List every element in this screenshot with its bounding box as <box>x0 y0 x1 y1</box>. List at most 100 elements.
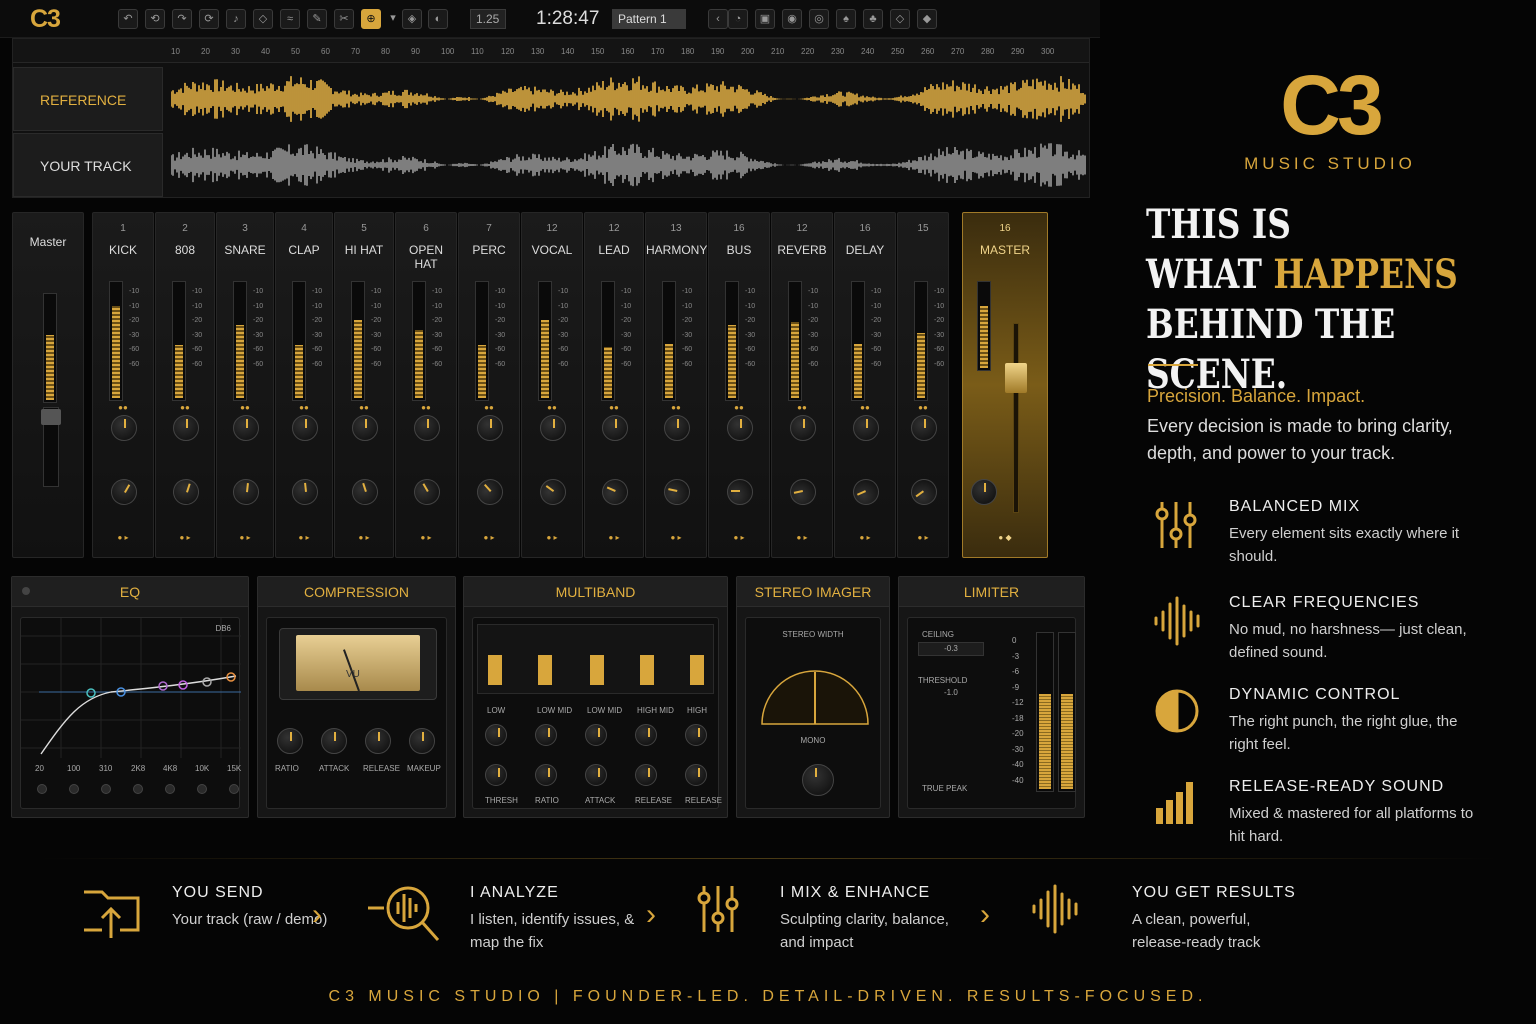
master-fader-handle[interactable] <box>1005 363 1027 393</box>
sync-icon[interactable]: ⟳ <box>199 9 219 29</box>
wave-tool-icon[interactable]: ≈ <box>280 9 300 29</box>
pan-knob[interactable] <box>292 415 318 441</box>
master-channel-strip[interactable]: 16 MASTER ● ◆ <box>962 212 1048 558</box>
channel-strip[interactable]: 15 -10 -10 -20 -30 -60 -60 ●● ● ▸ <box>897 212 949 558</box>
cut-icon[interactable]: ✂ <box>334 9 354 29</box>
edit-icon[interactable]: ✎ <box>307 9 327 29</box>
channel-strip[interactable]: 12 REVERB -10 -10 -20 -30 -60 -60 ●● ● ▸ <box>771 212 833 558</box>
eq-band-knob[interactable] <box>101 784 111 794</box>
eq-band-knob[interactable] <box>37 784 47 794</box>
channel-strip[interactable]: 4 CLAP -10 -10 -20 -30 -60 -60 ●● ● ▸ <box>275 212 333 558</box>
master-fader-track[interactable] <box>1013 323 1019 513</box>
pan-knob[interactable] <box>477 415 503 441</box>
master-fader-handle[interactable] <box>41 409 61 425</box>
eq-band-knob[interactable] <box>69 784 79 794</box>
channel-strip[interactable]: 7 PERC -10 -10 -20 -30 -60 -60 ●● ● ▸ <box>458 212 520 558</box>
master-buttons[interactable]: ● ◆ <box>963 533 1047 542</box>
play-tool-icon[interactable]: ◈ <box>402 9 422 29</box>
chevron-down-icon[interactable]: ▾ <box>388 9 398 29</box>
mute-solo-buttons[interactable]: ● ▸ <box>709 533 769 542</box>
send-knob[interactable] <box>787 476 819 508</box>
send-knob[interactable] <box>471 473 509 511</box>
mute-solo-buttons[interactable]: ● ▸ <box>898 533 948 542</box>
browser-icon[interactable]: ♣ <box>863 9 883 29</box>
mixer-icon[interactable]: ▣ <box>755 9 775 29</box>
channel-strip[interactable]: 5 HI HAT -10 -10 -20 -30 -60 -60 ●● ● ▸ <box>334 212 394 558</box>
channel-strip[interactable]: 12 LEAD -10 -10 -20 -30 -60 -60 ●● ● ▸ <box>584 212 644 558</box>
snap-icon[interactable]: ⊕ <box>361 9 381 29</box>
master-knob[interactable] <box>971 479 997 505</box>
channel-strip[interactable]: 12 VOCAL -10 -10 -20 -30 -60 -60 ●● ● ▸ <box>521 212 583 558</box>
power-icon[interactable] <box>22 587 30 595</box>
send-knob[interactable] <box>597 474 633 510</box>
track-label-your-track[interactable]: YOUR TRACK <box>13 133 163 197</box>
master-strip-left[interactable]: Master <box>12 212 84 558</box>
mute-solo-buttons[interactable]: ● ▸ <box>93 533 153 542</box>
pan-knob[interactable] <box>540 415 566 441</box>
band-threshold-knob[interactable] <box>635 724 657 746</box>
mute-solo-buttons[interactable]: ● ▸ <box>396 533 456 542</box>
stereo-width-display[interactable] <box>760 652 870 728</box>
eq-band-knob[interactable] <box>165 784 175 794</box>
band-ratio-knob[interactable] <box>485 764 507 786</box>
your-track-waveform[interactable] <box>171 133 1086 197</box>
eq-band-knob[interactable] <box>229 784 239 794</box>
send-knob[interactable] <box>534 473 572 511</box>
width-knob[interactable] <box>802 764 834 796</box>
channel-strip[interactable]: 16 BUS -10 -10 -20 -30 -60 -60 ●● ● ▸ <box>708 212 770 558</box>
pan-knob[interactable] <box>853 415 879 441</box>
mute-solo-buttons[interactable]: ● ▸ <box>217 533 273 542</box>
channel-strip[interactable]: 16 DELAY -10 -10 -20 -30 -60 -60 ●● ● ▸ <box>834 212 896 558</box>
eq-graph[interactable]: DB6 20 100 310 2K8 4K8 10K 15K <box>20 617 241 809</box>
mute-solo-buttons[interactable]: ● ▸ <box>156 533 214 542</box>
compressor-knob[interactable] <box>409 728 435 754</box>
threshold-value[interactable]: -1.0 <box>944 688 958 697</box>
ceiling-value[interactable]: -0.3 <box>918 642 984 656</box>
pan-knob[interactable] <box>414 415 440 441</box>
compressor-knob[interactable] <box>365 728 391 754</box>
eq-band-knob[interactable] <box>133 784 143 794</box>
band-threshold-knob[interactable] <box>535 724 557 746</box>
band-threshold-knob[interactable] <box>685 724 707 746</box>
app-logo[interactable]: C3 <box>30 5 61 34</box>
chevron-icon[interactable]: ‹ <box>708 9 728 29</box>
mute-solo-buttons[interactable]: ● ▸ <box>459 533 519 542</box>
mute-solo-buttons[interactable]: ● ▸ <box>522 533 582 542</box>
redo-icon[interactable]: ↷ <box>172 9 192 29</box>
grid-icon[interactable]: ◐ <box>428 9 448 29</box>
settings-icon[interactable]: ◇ <box>890 9 910 29</box>
pan-knob[interactable] <box>602 415 628 441</box>
band-ratio-knob[interactable] <box>635 764 657 786</box>
mute-solo-buttons[interactable]: ● ▸ <box>276 533 332 542</box>
channel-strip[interactable]: 2 808 -10 -10 -20 -30 -60 -60 ●● ● ▸ <box>155 212 215 558</box>
channel-rack-icon[interactable]: ◉ <box>782 9 802 29</box>
band-threshold-knob[interactable] <box>485 724 507 746</box>
send-knob[interactable] <box>348 475 382 509</box>
track-label-reference[interactable]: REFERENCE <box>13 67 163 131</box>
eq-curve[interactable] <box>21 618 241 808</box>
mute-solo-buttons[interactable]: ● ▸ <box>335 533 393 542</box>
send-knob[interactable] <box>169 475 203 509</box>
record-icon[interactable]: ◆ <box>917 9 937 29</box>
channel-strip[interactable]: 13 HARMONY -10 -10 -20 -30 -60 -60 ●● ● ▸ <box>645 212 707 558</box>
channel-strip[interactable]: 6 OPEN HAT -10 -10 -20 -30 -60 -60 ●● ● ▸ <box>395 212 457 558</box>
send-knob[interactable] <box>409 474 445 510</box>
send-knob[interactable] <box>661 476 693 508</box>
mute-solo-buttons[interactable]: ● ▸ <box>772 533 832 542</box>
headphones-icon[interactable]: ◔ <box>728 9 748 29</box>
pan-knob[interactable] <box>111 415 137 441</box>
pan-knob[interactable] <box>727 415 753 441</box>
send-knob[interactable] <box>231 477 261 507</box>
band-ratio-knob[interactable] <box>685 764 707 786</box>
eq-band-knob[interactable] <box>197 784 207 794</box>
pan-knob[interactable] <box>664 415 690 441</box>
zoom-select[interactable]: 1.25 <box>470 9 506 29</box>
pattern-select[interactable]: Pattern 1 <box>612 9 686 29</box>
send-knob[interactable] <box>290 477 320 507</box>
pan-knob[interactable] <box>233 415 259 441</box>
send-knob[interactable] <box>106 474 142 510</box>
mute-solo-buttons[interactable]: ● ▸ <box>835 533 895 542</box>
compressor-knob[interactable] <box>277 728 303 754</box>
compressor-knob[interactable] <box>321 728 347 754</box>
band-threshold-knob[interactable] <box>585 724 607 746</box>
